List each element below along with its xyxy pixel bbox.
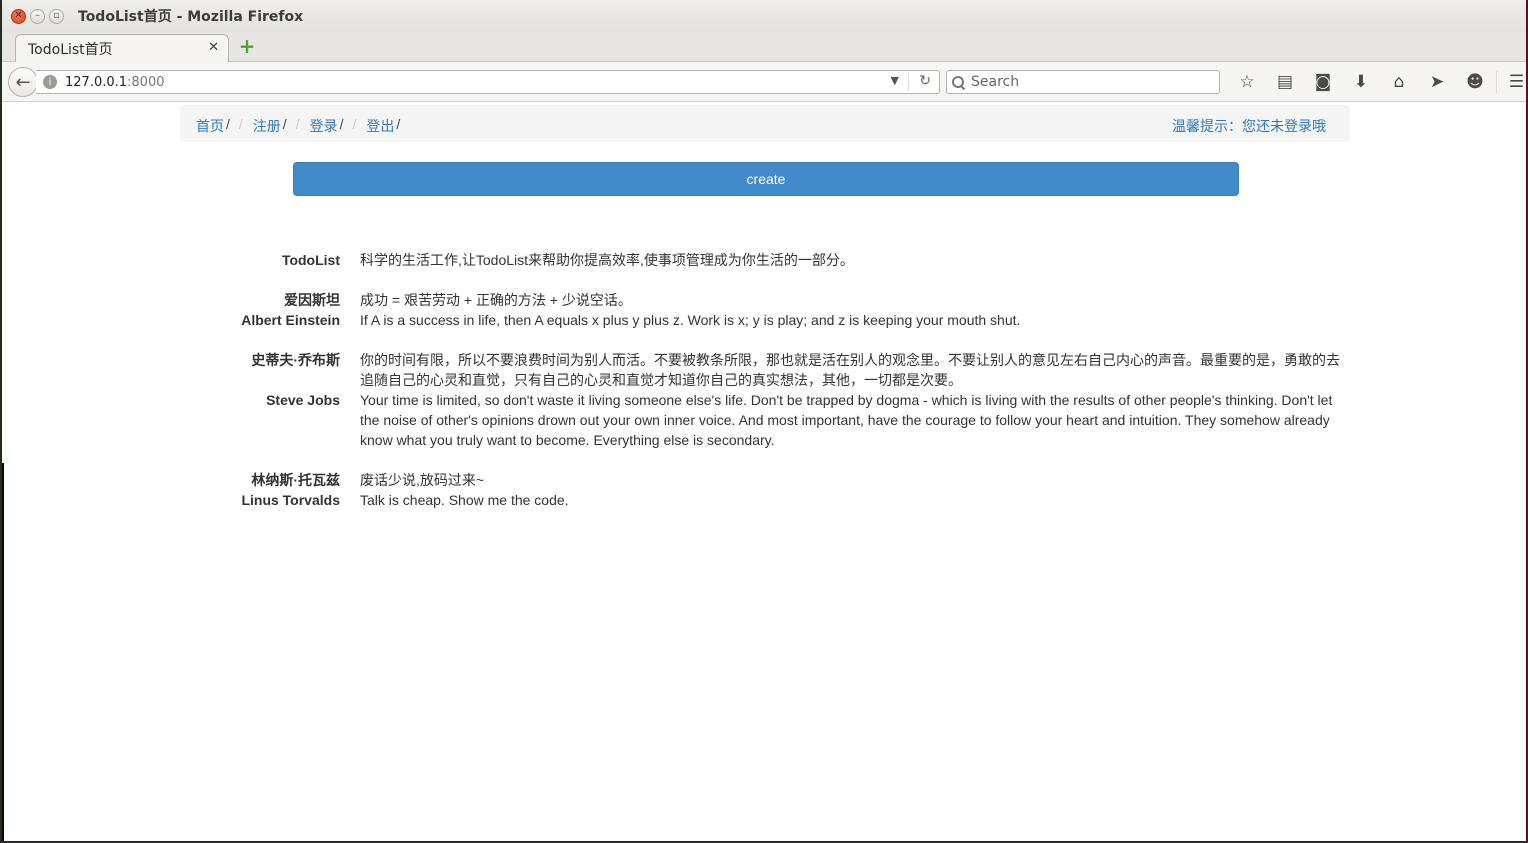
window-controls: ✕ – ▫ [11,8,64,24]
quote-text-cn: 废话少说,放码过来~ [360,472,485,488]
window-close-icon[interactable]: ✕ [11,8,26,24]
quote-text-en: Talk is cheap. Show me the code. [360,492,569,508]
author-name-cn: 史蒂夫·乔布斯 [251,352,340,368]
share-icon[interactable]: ➤ [1418,71,1456,93]
quote-text-cn: 科学的生活工作,让TodoList来帮助你提高效率,使事项管理成为你生活的一部分… [360,252,854,268]
quote-text-en: If A is a success in life, then A equals… [360,312,1021,328]
author-name-cn: 爱因斯坦 [284,292,340,308]
window-title: TodoList首页 - Mozilla Firefox [78,9,304,25]
quote-item: TodoList 科学的生活工作,让TodoList来帮助你提高效率,使事项管理… [180,250,1350,270]
bookmark-star-icon[interactable]: ☆ [1228,71,1266,93]
quote-list: TodoList 科学的生活工作,让TodoList来帮助你提高效率,使事项管理… [180,250,1350,530]
page-content: 首页 / / 注册 / / 登录 / / 登出 / 温馨提示：您还未登录哦 create To… [2,103,1526,841]
quote-text-cn: 你的时间有限，所以不要浪费时间为别人而活。不要被教条所限，那也就是活在别人的观念… [360,352,1340,388]
tab-close-icon[interactable]: ✕ [208,40,219,55]
breadcrumb-item-login: 登录 / / [310,116,367,136]
pocket-icon[interactable]: ◙ [1304,71,1342,93]
toolbar-icons: ☆ ▤ ◙ ⬇ ⌂ ➤ ☻ ☰ [1228,71,1526,93]
site-info-icon[interactable]: i [43,75,57,89]
quote-text: 废话少说,放码过来~ Talk is cheap. Show me the co… [360,470,1342,510]
tab-title: TodoList首页 [28,42,113,58]
browser-window: ✕ – ▫ TodoList首页 - Mozilla Firefox TodoL… [1,0,1527,841]
home-link[interactable]: 首页 [196,116,224,136]
quote-author: 史蒂夫·乔布斯 Steve Jobs [180,350,340,450]
breadcrumb-item-logout: 登出 / [366,116,400,136]
breadcrumb-separator: / [238,116,243,132]
login-hint-link[interactable]: 温馨提示：您还未登录哦 [1172,116,1326,136]
window-minimize-icon[interactable]: – [30,8,45,24]
home-icon[interactable]: ⌂ [1380,71,1418,93]
register-link[interactable]: 注册 [253,116,281,136]
new-tab-icon[interactable]: + [238,36,256,56]
quote-item: 史蒂夫·乔布斯 Steve Jobs 你的时间有限，所以不要浪费时间为别人而活。… [180,350,1350,450]
reload-icon[interactable]: ↻ [919,73,931,89]
quote-text-en: Your time is limited, so don't waste it … [360,392,1333,448]
breadcrumb-separator: / [352,116,357,132]
breadcrumb-slash: / [226,116,230,132]
url-bar[interactable]: i 127.0.0.1:8000 ▼ ↻ [36,70,940,94]
quote-text: 你的时间有限，所以不要浪费时间为别人而活。不要被教条所限，那也就是活在别人的观念… [360,350,1342,450]
breadcrumb: 首页 / / 注册 / / 登录 / / 登出 / 温馨提示：您还未登录哦 [180,105,1350,142]
window-maximize-icon[interactable]: ▫ [49,8,64,24]
breadcrumb-items: 首页 / / 注册 / / 登录 / / 登出 / [196,116,400,136]
tab-bar: TodoList首页 ✕ + [2,32,1526,63]
url-port: :8000 [127,74,165,90]
quote-author: TodoList [180,250,340,270]
create-button[interactable]: create [293,162,1239,196]
author-name-en: Albert Einstein [241,312,340,328]
desktop-edge [2,463,4,841]
quote-text-cn: 成功 = 艰苦劳动 + 正确的方法 + 少说空话。 [360,292,632,308]
quote-item: 林纳斯·托瓦兹 Linus Torvalds 废话少说,放码过来~ Talk i… [180,470,1350,510]
search-placeholder: Search [971,74,1020,90]
tab-todolist[interactable]: TodoList首页 ✕ [15,34,229,63]
title-bar: ✕ – ▫ TodoList首页 - Mozilla Firefox [2,0,1526,32]
author-name-cn: 林纳斯·托瓦兹 [251,472,340,488]
breadcrumb-item-register: 注册 / / [253,116,310,136]
breadcrumb-slash: / [396,116,401,132]
breadcrumb-slash: / [282,116,287,132]
breadcrumb-separator: / [295,116,300,132]
breadcrumb-item-home: 首页 / / [196,116,253,136]
navigation-toolbar: ← i 127.0.0.1:8000 ▼ ↻ Search ☆ ▤ ◙ ⬇ ⌂ … [2,62,1526,102]
url-host: 127.0.0.1 [65,74,128,90]
author-name-en: Steve Jobs [266,392,340,408]
author-name-cn: TodoList [281,252,340,268]
quote-text: 科学的生活工作,让TodoList来帮助你提高效率,使事项管理成为你生活的一部分… [360,250,1342,270]
reading-list-icon[interactable]: ▤ [1266,71,1304,93]
search-icon [952,75,965,89]
url-separator [908,73,909,91]
url-dropdown-icon[interactable]: ▼ [891,74,899,87]
search-input[interactable]: Search [946,70,1220,94]
quote-text: 成功 = 艰苦劳动 + 正确的方法 + 少说空话。 If A is a succ… [360,290,1342,330]
quote-author: 林纳斯·托瓦兹 Linus Torvalds [180,470,340,510]
download-icon[interactable]: ⬇ [1342,71,1380,93]
breadcrumb-slash: / [339,116,344,132]
login-link[interactable]: 登录 [310,116,338,136]
quote-item: 爱因斯坦 Albert Einstein 成功 = 艰苦劳动 + 正确的方法 +… [180,290,1350,330]
url-text: 127.0.0.1:8000 [65,75,165,90]
quote-author: 爱因斯坦 Albert Einstein [180,290,340,330]
chat-icon[interactable]: ☻ [1456,71,1494,93]
logout-link[interactable]: 登出 [366,116,394,136]
back-arrow-icon[interactable]: ← [8,67,38,97]
hamburger-menu-icon[interactable]: ☰ [1496,71,1526,93]
author-name-en: Linus Torvalds [241,492,340,508]
